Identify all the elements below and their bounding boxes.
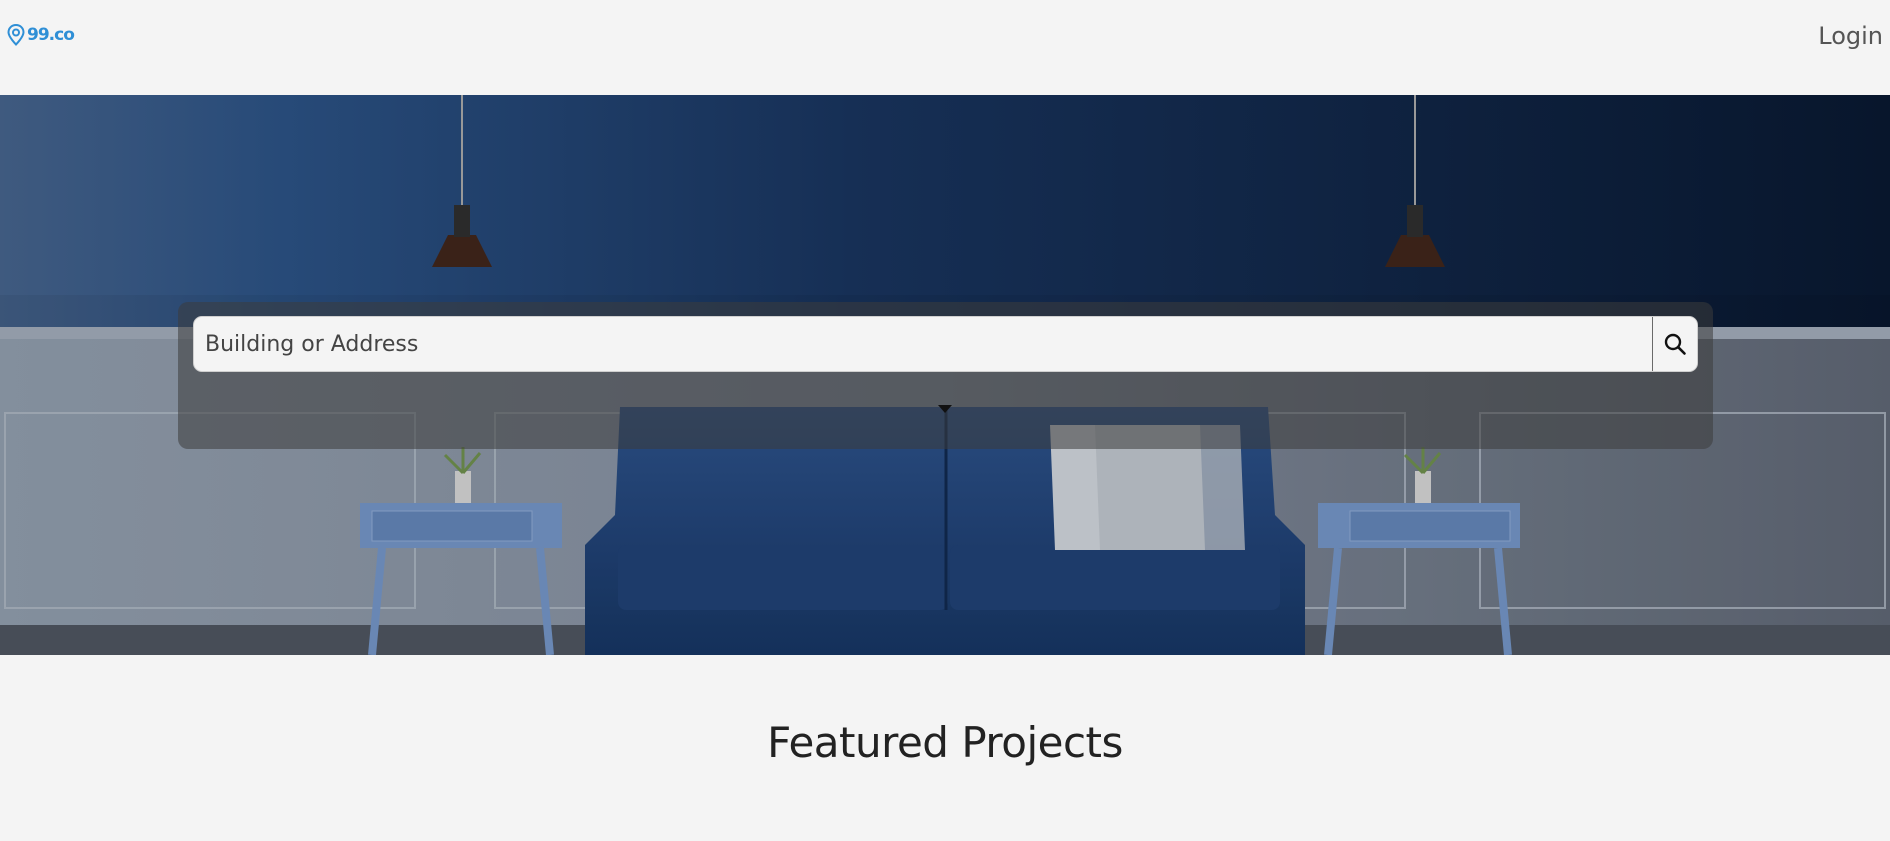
search-button[interactable] — [1652, 317, 1697, 371]
logo[interactable]: 99.co — [7, 24, 75, 46]
login-link[interactable]: Login — [1818, 22, 1883, 50]
section-title-featured-projects: Featured Projects — [767, 718, 1123, 767]
map-pin-icon — [7, 24, 25, 46]
logo-text: 99.co — [27, 25, 75, 45]
top-header: 99.co Login — [0, 0, 1890, 95]
caret-down-icon[interactable] — [938, 405, 952, 413]
search-icon — [1664, 333, 1686, 355]
search-input[interactable] — [194, 317, 1652, 371]
search-bar — [193, 316, 1698, 372]
